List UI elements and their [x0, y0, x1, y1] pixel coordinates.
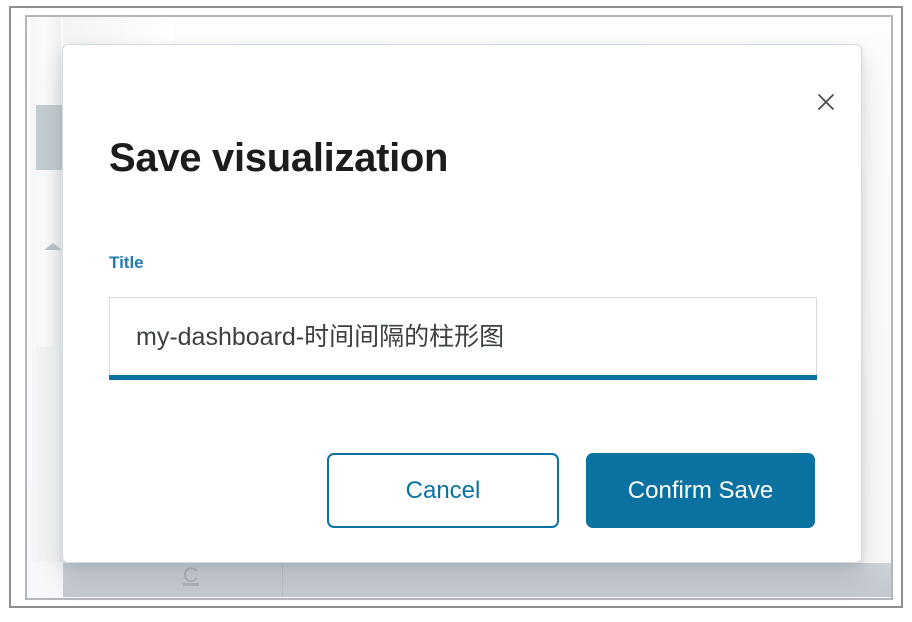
app-bottom-status-band: C: [63, 563, 891, 597]
band-divider: [282, 563, 283, 597]
scroll-up-caret-icon[interactable]: [44, 243, 62, 250]
title-field-label: Title: [109, 253, 144, 272]
cancel-button[interactable]: Cancel: [327, 453, 559, 528]
close-icon-glyph: [818, 94, 834, 110]
close-icon[interactable]: [809, 85, 843, 119]
band-partial-glyph-underline: [183, 583, 199, 586]
scrollbar-thumb[interactable]: [36, 105, 64, 170]
modal-title: Save visualization: [109, 136, 449, 180]
scrollbar-track-lower[interactable]: [36, 347, 64, 562]
title-input-focus-underline: [109, 375, 817, 380]
confirm-save-button[interactable]: Confirm Save: [586, 453, 815, 528]
save-visualization-modal: Save visualization Title Cancel Confirm …: [62, 44, 862, 563]
title-input[interactable]: [109, 297, 817, 375]
modal-action-bar: Cancel Confirm Save: [109, 453, 815, 528]
vertical-scrollbar[interactable]: [31, 17, 64, 562]
title-field-group: [109, 297, 817, 380]
screenshot-root: C Save visualization Title Cancel Confir…: [0, 0, 912, 622]
